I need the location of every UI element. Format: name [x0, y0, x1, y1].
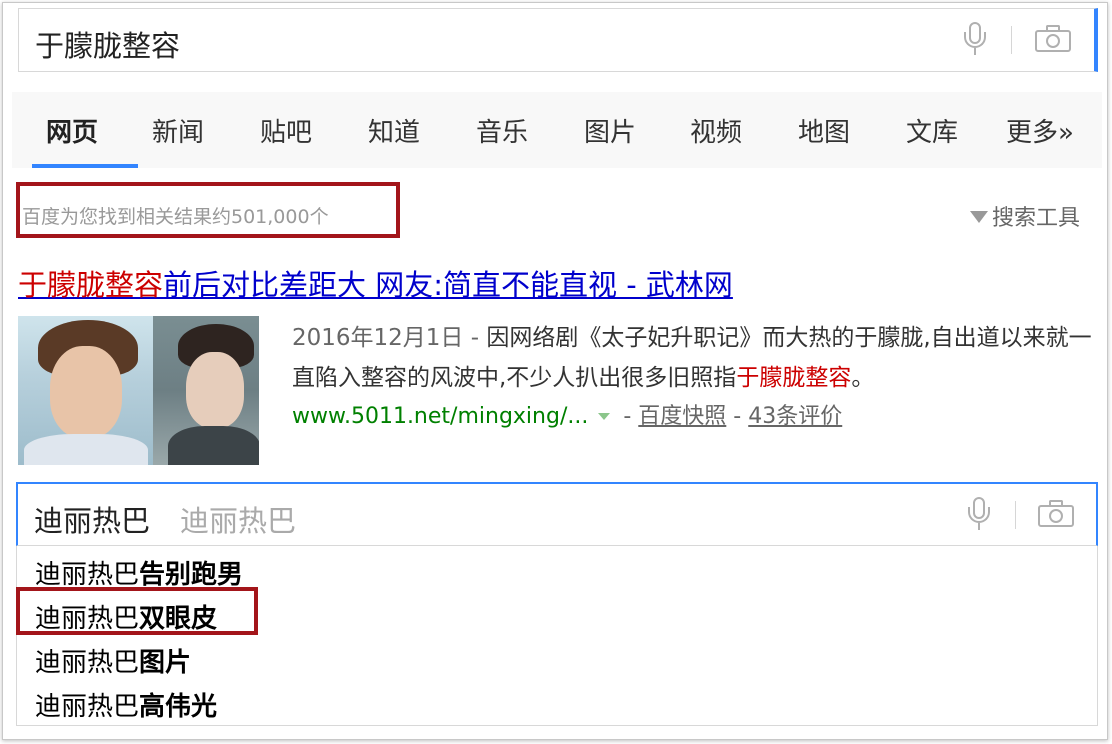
camera-icon[interactable]	[1038, 500, 1074, 528]
top-search-box[interactable]: 于朦胧整容	[18, 8, 1098, 72]
tab-video[interactable]: 视频	[690, 112, 742, 149]
search-tools-label: 搜索工具	[992, 206, 1081, 231]
suggestion-suffix: 图片	[139, 648, 192, 678]
microphone-icon[interactable]	[964, 22, 986, 58]
url-sep-1: -	[616, 404, 639, 429]
divider	[1015, 501, 1016, 529]
tab-wenku[interactable]: 文库	[906, 112, 958, 149]
result-thumbnail[interactable]	[18, 316, 259, 465]
suggestion-prefix: 迪丽热巴	[35, 692, 140, 722]
tab-map[interactable]: 地图	[798, 112, 850, 149]
tab-tieba[interactable]: 贴吧	[260, 112, 312, 149]
camera-icon[interactable]	[1035, 25, 1071, 53]
tab-images[interactable]: 图片	[584, 112, 636, 149]
search-tabs: 网页 新闻 贴吧 知道 音乐 图片 视频 地图 文库 更多»	[12, 92, 1102, 168]
highlight-box-suggestion	[16, 587, 258, 635]
result-title-rest: 前后对比差距大 网友:简直不能直视 - 武林网	[163, 268, 733, 302]
result-title-highlight: 于朦胧整容	[18, 268, 164, 302]
snippet-highlight: 于朦胧整容	[736, 365, 852, 391]
suggestion-item[interactable]: 迪丽热巴告别跑男	[35, 554, 243, 591]
second-search-box[interactable]: 迪丽热巴 迪丽热巴	[16, 482, 1098, 546]
cache-link[interactable]: 百度快照	[638, 404, 726, 429]
result-url[interactable]: www.5011.net/mingxing/...	[292, 404, 588, 429]
second-search-query[interactable]: 迪丽热巴	[34, 498, 150, 540]
highlight-box-count	[16, 182, 400, 238]
search-tools-button[interactable]: 搜索工具	[970, 200, 1080, 232]
divider	[1011, 26, 1012, 54]
microphone-icon[interactable]	[968, 497, 990, 533]
snippet-date: 2016年12月1日 -	[292, 325, 487, 351]
snippet-end: 。	[851, 365, 875, 391]
second-search-hint: 迪丽热巴	[180, 504, 297, 538]
suggestion-prefix: 迪丽热巴	[35, 560, 140, 590]
url-sep-2: -	[726, 404, 749, 429]
filter-icon	[970, 211, 988, 223]
top-search-query[interactable]: 于朦胧整容	[35, 23, 180, 65]
url-dropdown-icon[interactable]	[598, 412, 611, 420]
reviews-link[interactable]: 43条评价	[748, 404, 842, 429]
suggestion-item[interactable]: 迪丽热巴图片	[35, 642, 191, 679]
tab-more[interactable]: 更多»	[1006, 112, 1074, 149]
tab-news[interactable]: 新闻	[152, 112, 204, 149]
result-snippet: 2016年12月1日 - 因网络剧《太子妃升职记》而大热的于朦胧,自出道以来就一…	[292, 318, 1092, 398]
result-url-line: www.5011.net/mingxing/... - 百度快照 - 43条评价	[292, 398, 842, 430]
suggestion-suffix: 告别跑男	[139, 560, 244, 590]
active-tab-indicator	[32, 164, 138, 168]
tab-zhidao[interactable]: 知道	[368, 112, 420, 149]
tab-web[interactable]: 网页	[46, 112, 98, 149]
result-title-link[interactable]: 于朦胧整容前后对比差距大 网友:简直不能直视 - 武林网	[18, 262, 733, 304]
suggestion-list: 迪丽热巴告别跑男 迪丽热巴双眼皮 迪丽热巴图片 迪丽热巴高伟光	[16, 546, 1098, 726]
suggestion-suffix: 高伟光	[139, 692, 218, 722]
tab-music[interactable]: 音乐	[476, 112, 528, 149]
suggestion-prefix: 迪丽热巴	[35, 648, 140, 678]
suggestion-item[interactable]: 迪丽热巴高伟光	[35, 686, 217, 723]
